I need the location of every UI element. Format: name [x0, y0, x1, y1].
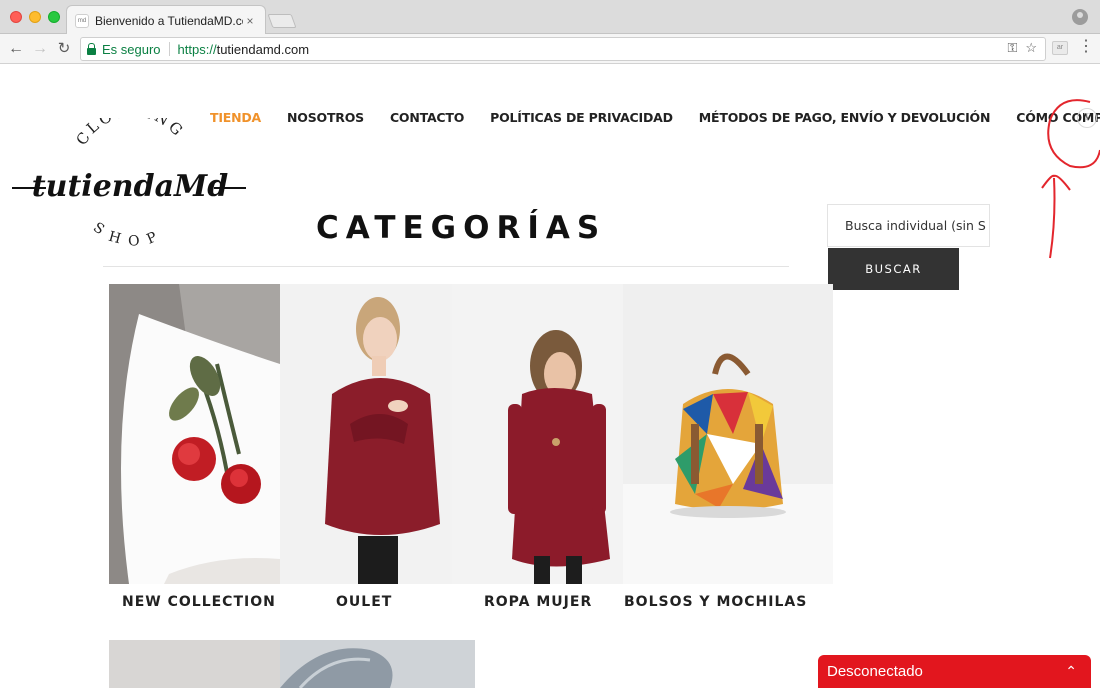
profile-icon[interactable]	[1072, 9, 1088, 25]
svg-text:SHOP: SHOP	[90, 220, 168, 250]
minimize-window-button[interactable]	[29, 11, 41, 23]
divider	[103, 266, 789, 267]
svg-text:CLOTHING: CLOTHING	[72, 118, 188, 149]
main-nav: TIENDA NOSOTROS CONTACTO POLÍTICAS DE PR…	[210, 110, 1100, 125]
nav-item-privacidad[interactable]: POLÍTICAS DE PRIVACIDAD	[490, 110, 673, 125]
nav-item-contacto[interactable]: CONTACTO	[390, 110, 464, 125]
browser-menu-icon[interactable]: ⋮	[1078, 38, 1094, 56]
new-tab-button[interactable]	[267, 14, 297, 28]
search-button[interactable]: BUSCAR	[828, 248, 959, 290]
browser-tab[interactable]: md Bienvenido a TutiendaMD.com ×	[66, 5, 266, 35]
secure-label: Es seguro	[102, 41, 161, 57]
chevron-up-icon[interactable]: ⌃	[1065, 655, 1077, 688]
category-label-new-collection[interactable]: NEW COLLECTION	[122, 594, 276, 610]
logo-bottom-text: SHOP	[90, 220, 159, 250]
search-input[interactable]: Busca individual (sin S	[827, 204, 990, 247]
logo-main-text: tutiendaMd	[32, 169, 228, 204]
category-image-row2-2[interactable]	[280, 640, 475, 688]
category-image-new-collection[interactable]	[109, 284, 280, 584]
browser-tab-bar: md Bienvenido a TutiendaMD.com ×	[0, 0, 1100, 35]
favicon-icon: md	[75, 13, 89, 28]
tab-close-icon[interactable]: ×	[243, 14, 257, 28]
close-window-button[interactable]	[10, 11, 22, 23]
site-logo[interactable]: CLOTHING tutiendaMd SHOP	[10, 102, 250, 258]
back-arrow-icon[interactable]: ←	[6, 39, 26, 59]
red-annotation-arrow	[1041, 99, 1100, 259]
category-image-bolsos[interactable]	[623, 284, 833, 584]
nav-item-pago-envio[interactable]: MÉTODOS DE PAGO, ENVÍO Y DEVOLUCIÓN	[699, 110, 991, 125]
category-label-ropa-mujer[interactable]: ROPA MUJER	[484, 594, 592, 610]
url-separator	[168, 42, 170, 56]
chat-status-label: Desconectado	[827, 663, 923, 680]
category-label-oulet[interactable]: OULET	[336, 594, 392, 610]
browser-toolbar: ← → ↻ Es seguro https:// tutiendamd.com …	[0, 34, 1100, 64]
maximize-window-button[interactable]	[48, 11, 60, 23]
address-bar[interactable]: Es seguro https:// tutiendamd.com ⚿ ☆	[80, 37, 1046, 61]
key-icon[interactable]: ⚿	[1007, 40, 1017, 56]
url-scheme: https://	[177, 41, 217, 57]
reload-icon[interactable]: ↻	[54, 39, 74, 59]
category-image-row2-1[interactable]	[109, 640, 280, 688]
tab-title: Bienvenido a TutiendaMD.com	[95, 13, 243, 28]
url-host: tutiendamd.com	[216, 41, 310, 57]
page-title: CATEGORÍAS	[316, 210, 607, 246]
category-label-bolsos-mochilas[interactable]: BOLSOS Y MOCHILAS	[624, 594, 807, 610]
category-image-oulet[interactable]	[280, 284, 452, 584]
nav-item-nosotros[interactable]: NOSOTROS	[287, 110, 364, 125]
logo-top-text: CLOTHING	[72, 102, 185, 149]
category-image-ropa-mujer[interactable]	[452, 284, 623, 584]
bookmark-star-icon[interactable]: ☆	[1025, 40, 1037, 56]
chat-widget[interactable]: Desconectado ⌃	[818, 655, 1091, 688]
lock-icon	[87, 42, 96, 55]
extension-icon[interactable]: ar	[1052, 41, 1068, 55]
forward-arrow-icon[interactable]: →	[30, 39, 50, 59]
